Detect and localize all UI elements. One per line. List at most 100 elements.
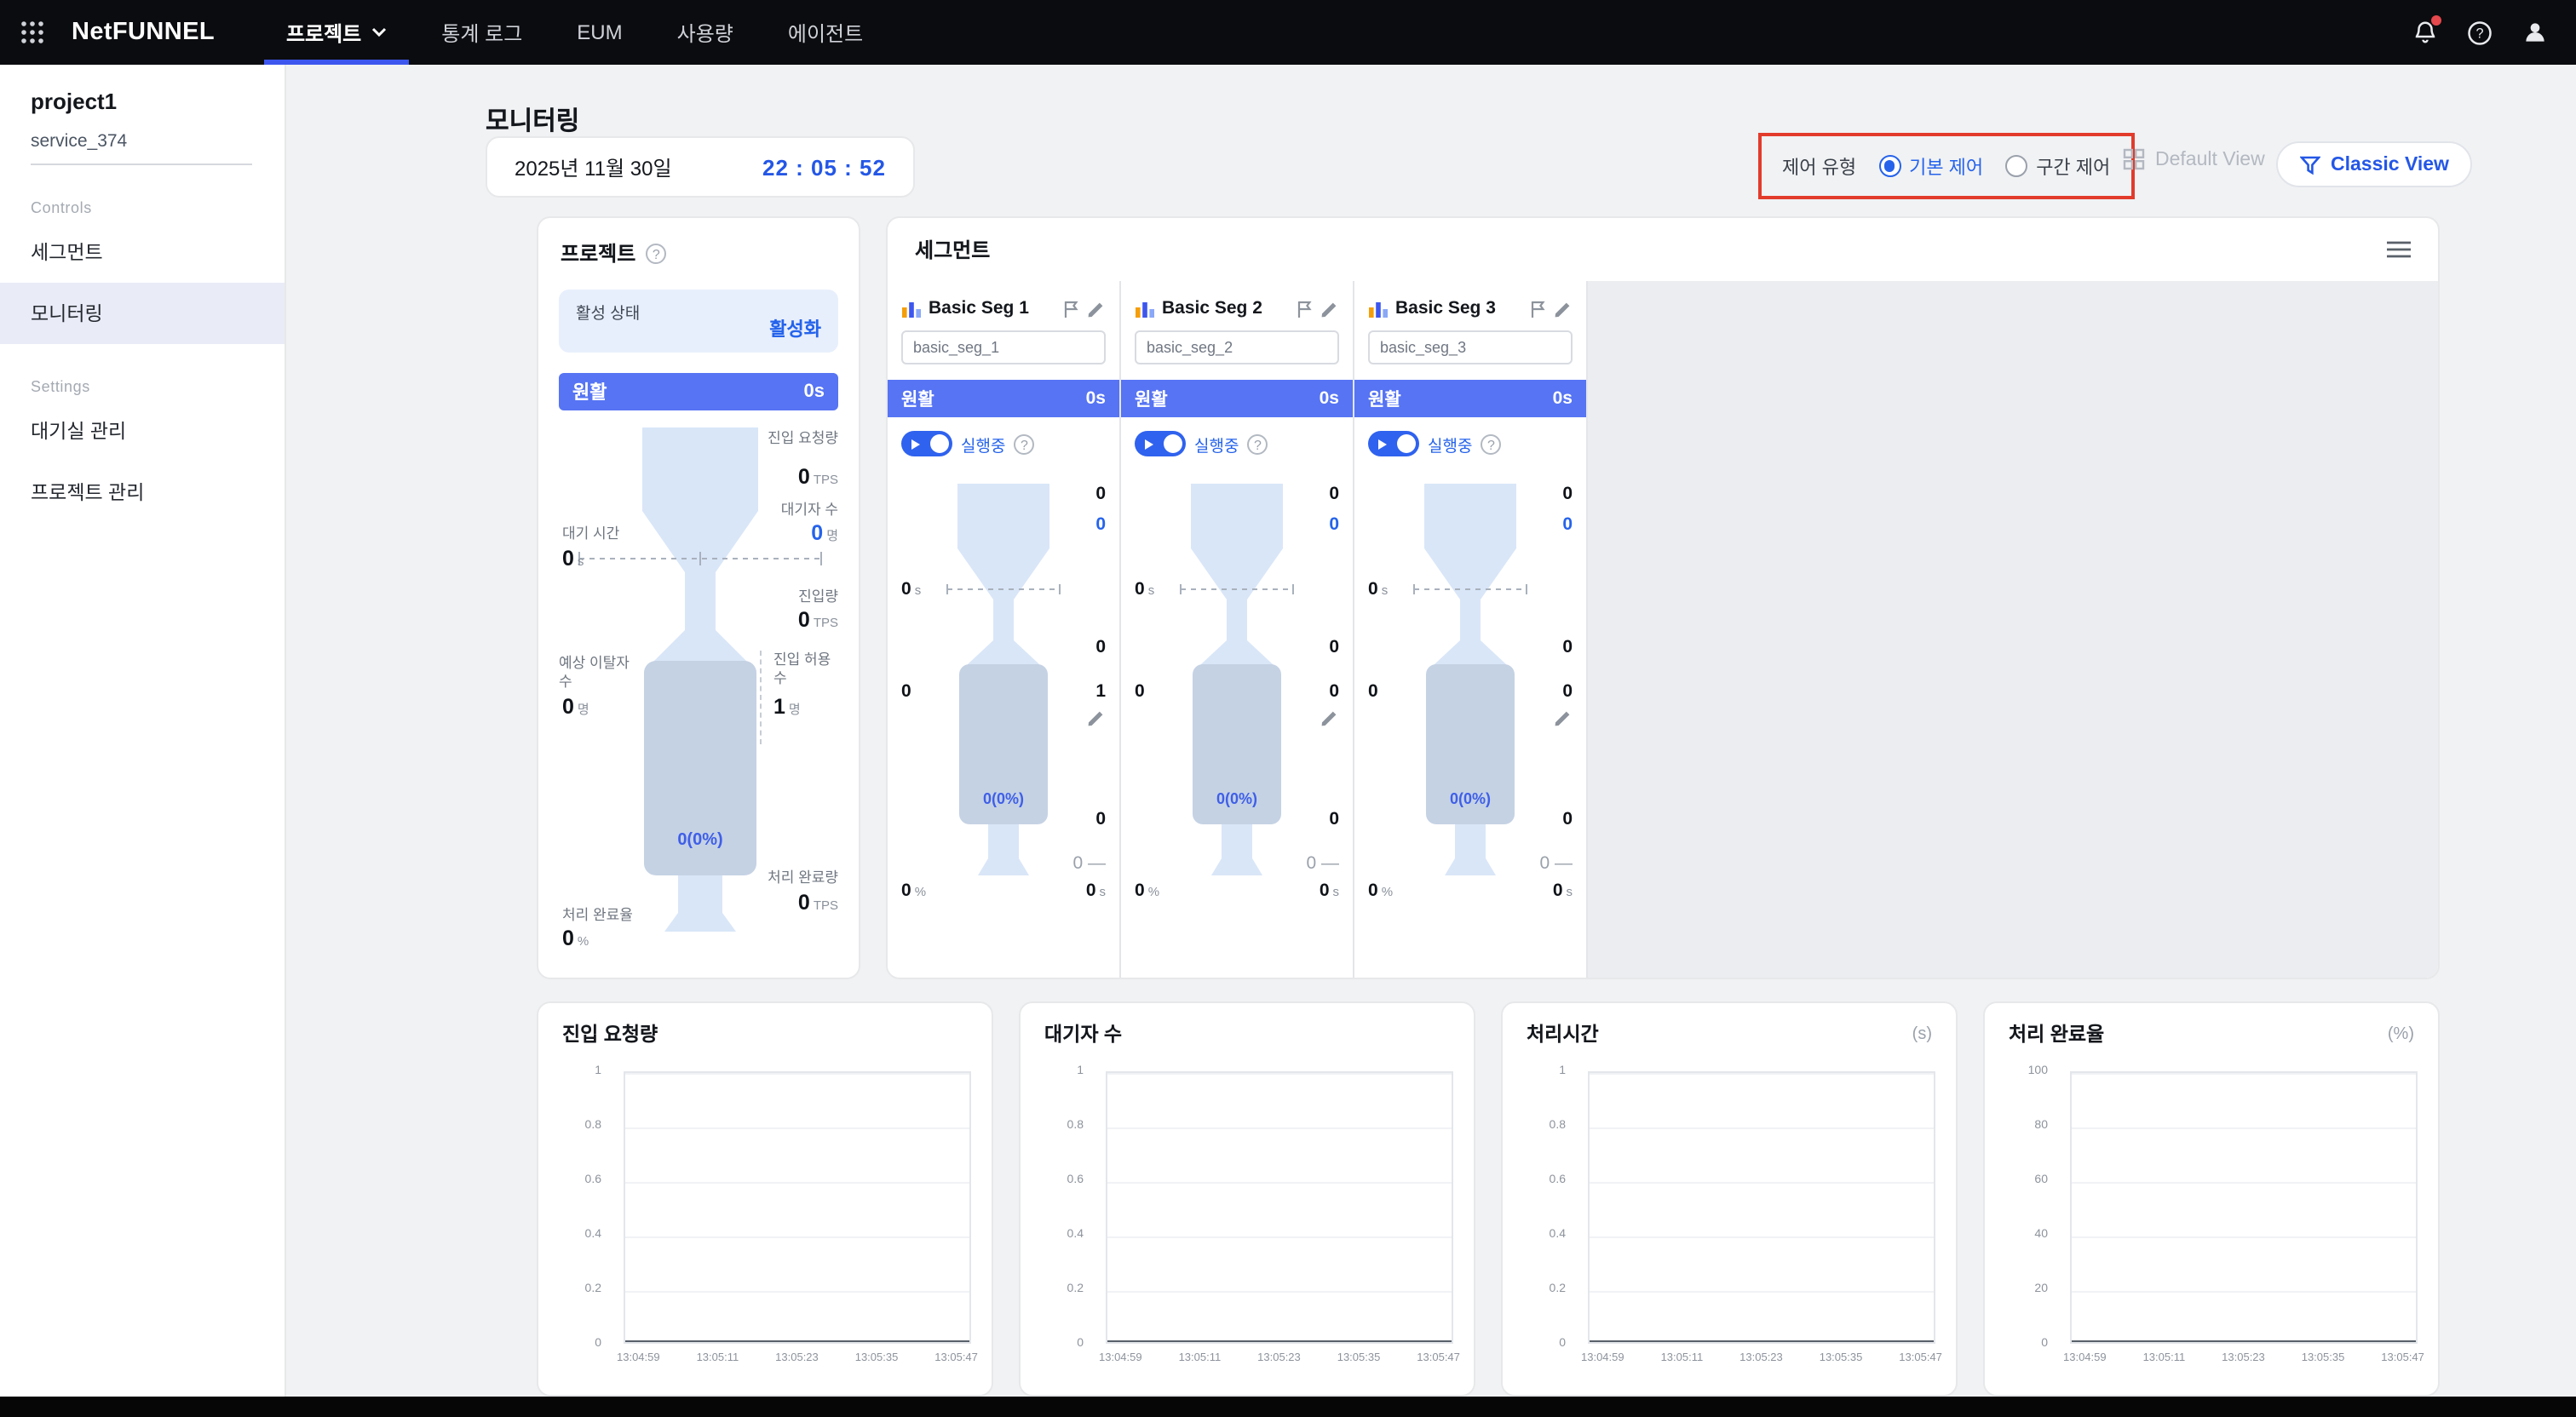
- nav-item-3[interactable]: 사용량: [650, 0, 761, 65]
- navbar-menu: 프로젝트통계 로그EUM사용량에이전트: [259, 0, 890, 65]
- segment-funnel: 000s0000(0%)00 —0%0s: [1354, 467, 1586, 926]
- nav-item-4[interactable]: 에이전트: [761, 0, 890, 65]
- chart-series-zero-line: [1107, 1340, 1452, 1342]
- expected-leavers-value: 0: [1135, 681, 1145, 702]
- metric-value: 0명: [562, 695, 589, 719]
- netfunnel-app: NetFUNNEL 프로젝트통계 로그EUM사용량에이전트 ? project1…: [0, 0, 2576, 1417]
- segment-funnel-graphic: [944, 480, 1063, 903]
- bar-chart-icon: [901, 298, 922, 318]
- segment-funnel: 000s0000(0%)00 —0%0s: [1121, 467, 1353, 926]
- chart-title: 처리시간: [1527, 1020, 1599, 1047]
- segment-running-label: 실행중: [1428, 432, 1472, 456]
- sidebar: project1 service_374 Controls세그먼트모니터링Set…: [0, 65, 286, 1397]
- segment-name: Basic Seg 1: [929, 298, 1055, 318]
- chart-y-axis: 10.80.60.40.20: [1503, 1071, 1578, 1344]
- segment-run-toggle[interactable]: [1368, 431, 1419, 456]
- help-icon[interactable]: ?: [1247, 433, 1268, 454]
- segment-running-label: 실행중: [1194, 432, 1239, 456]
- sidebar-item[interactable]: 세그먼트: [0, 221, 285, 283]
- processed-value: 0: [1095, 809, 1106, 829]
- completion-rate-value: 0%: [901, 881, 926, 901]
- current-date: 2025년 11월 30일: [515, 152, 672, 181]
- notification-bell-icon[interactable]: [2412, 19, 2438, 46]
- help-icon[interactable]: ?: [1014, 433, 1034, 454]
- nav-item-1[interactable]: 통계 로그: [414, 0, 549, 65]
- edit-icon[interactable]: [1554, 708, 1573, 727]
- inflow-request-value: 0: [1562, 484, 1573, 504]
- project-state-bar: 원활 0s: [559, 373, 838, 410]
- waiting-users-value: 0: [1329, 514, 1339, 535]
- control-type-radio-0[interactable]: 기본 제어: [1878, 152, 1983, 180]
- account-icon[interactable]: [2521, 19, 2549, 46]
- waiting-users-value: 0: [1095, 514, 1106, 535]
- segment-key-input[interactable]: basic_seg_2: [1135, 330, 1339, 364]
- chart-x-axis: 13:04:5913:05:1113:05:2313:05:3513:05:47: [2063, 1352, 2424, 1364]
- expected-leavers-value: 0: [901, 681, 911, 702]
- funnel-count: 0(0%): [1177, 790, 1297, 807]
- apps-grid-icon[interactable]: [0, 20, 65, 44]
- edit-icon[interactable]: [1087, 708, 1106, 727]
- edit-icon[interactable]: [1320, 299, 1339, 318]
- chart-card-0: 진입 요청량10.80.60.40.2013:04:5913:05:1113:0…: [537, 1001, 993, 1397]
- sidebar-section-heading: Controls: [0, 199, 285, 216]
- inflow-value: 0: [1095, 637, 1106, 657]
- inflow-request-value: 0: [1095, 484, 1106, 504]
- default-view-button[interactable]: Default View: [2123, 148, 2265, 170]
- sidebar-item[interactable]: 대기실 관리: [0, 400, 285, 462]
- metric-label: 진입량: [736, 588, 838, 605]
- control-type-radio-1[interactable]: 구간 제어: [2005, 152, 2110, 180]
- classic-view-button[interactable]: Classic View: [2276, 141, 2473, 187]
- entry-allowed-value: 0: [1562, 681, 1573, 702]
- active-status-box: 활성 상태 활성화: [559, 290, 838, 353]
- blocked-value: 0 —: [1072, 853, 1106, 874]
- funnel-filter-icon: [2300, 154, 2320, 175]
- nav-item-2[interactable]: EUM: [549, 0, 649, 65]
- chart-card-2: 처리시간(s)10.80.60.40.2013:04:5913:05:1113:…: [1501, 1001, 1958, 1397]
- sidebar-item[interactable]: 프로젝트 관리: [0, 462, 285, 523]
- chart-unit: (%): [2388, 1024, 2414, 1043]
- radio-circle: [1878, 155, 1900, 177]
- segment-name: Basic Seg 3: [1395, 298, 1521, 318]
- metric-label: 진입 허용 수: [773, 651, 838, 686]
- help-icon[interactable]: ?: [646, 243, 666, 263]
- metric-label: 처리 완료율: [562, 906, 633, 924]
- metric-value: 0명: [811, 521, 838, 545]
- segment-panel: 세그먼트 Basic Seg 1 basic_seg_1 원활0s 실행중? 0 0 0s 0…: [886, 216, 2440, 979]
- chart-y-axis: 10.80.60.40.20: [1021, 1071, 1095, 1344]
- flag-icon[interactable]: [1528, 299, 1547, 318]
- chart-plot: [2070, 1071, 2418, 1344]
- metric-label: 대기자 수: [736, 501, 838, 519]
- status-value: 활성화: [769, 315, 821, 342]
- segment-panel-title: 세그먼트: [915, 235, 990, 264]
- funnel-count: 0(0%): [1411, 790, 1530, 807]
- edit-icon[interactable]: [1320, 708, 1339, 727]
- flag-icon[interactable]: [1295, 299, 1314, 318]
- notification-dot: [2431, 15, 2441, 26]
- segment-key-input[interactable]: basic_seg_3: [1368, 330, 1573, 364]
- sidebar-item[interactable]: 모니터링: [0, 283, 285, 344]
- help-icon[interactable]: ?: [2467, 20, 2493, 45]
- segment-run-toggle[interactable]: [901, 431, 952, 456]
- nav-item-0[interactable]: 프로젝트: [259, 0, 414, 65]
- menu-hamburger-icon[interactable]: [2387, 240, 2411, 259]
- segment-state-bar: 원활0s: [1121, 380, 1353, 417]
- segment-state-bar: 원활0s: [888, 380, 1119, 417]
- segment-key-input[interactable]: basic_seg_1: [901, 330, 1106, 364]
- inflow-value: 0: [1562, 637, 1573, 657]
- metric-value: 1명: [773, 695, 838, 719]
- help-icon[interactable]: ?: [1481, 433, 1501, 454]
- service-select[interactable]: service_374: [31, 131, 252, 165]
- edit-icon[interactable]: [1087, 299, 1106, 318]
- funnel-count: 0(0%): [610, 831, 791, 850]
- chart-y-axis: 100806040200: [1985, 1071, 2060, 1344]
- waiting-time-value: 0s: [1135, 579, 1154, 600]
- chart-card-1: 대기자 수10.80.60.40.2013:04:5913:05:1113:05…: [1019, 1001, 1475, 1397]
- brand-logo: NetFUNNEL: [72, 19, 215, 46]
- segment-run-toggle[interactable]: [1135, 431, 1186, 456]
- flag-icon[interactable]: [1061, 299, 1080, 318]
- chart-y-axis: 10.80.60.40.20: [538, 1071, 613, 1344]
- bottom-bar: [0, 1397, 2576, 1417]
- metric-value: 0TPS: [798, 465, 838, 489]
- edit-icon[interactable]: [1554, 299, 1573, 318]
- segment-column-0: Basic Seg 1basic_seg_1원활0s실행중?000s0010(0…: [888, 281, 1121, 978]
